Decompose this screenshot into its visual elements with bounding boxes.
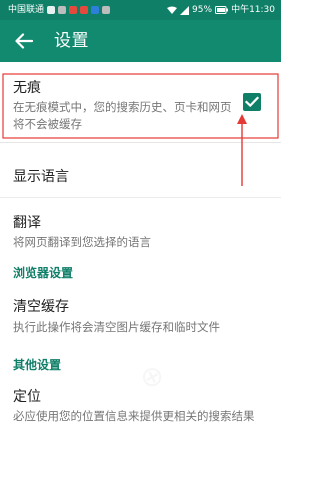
notification-icon — [58, 6, 67, 14]
signal-icon — [180, 5, 190, 15]
section-browser-settings-label: 浏览器设置 — [13, 266, 74, 280]
app-icon — [91, 6, 100, 14]
setting-translate-summary: 将网页翻译到您选择的语言 — [13, 235, 151, 249]
status-bar: 中国联通 95% 中午11:30 — [0, 0, 281, 20]
setting-incognito-summary: 在无痕模式中，您的搜索历史、页卡和网页将不会被缓存 — [13, 100, 232, 131]
section-other-settings: 其他设置 — [0, 354, 281, 378]
setting-incognito-title: 无痕 — [13, 80, 41, 96]
setting-clear-cache[interactable]: 清空缓存 执行此操作将会清空图片缓存和临时文件 — [0, 286, 281, 354]
section-browser-settings: 浏览器设置 — [0, 262, 281, 286]
setting-display-language-title: 显示语言 — [13, 169, 69, 185]
settings-list: 无痕 在无痕模式中，您的搜索历史、页卡和网页将不会被缓存 显示语言 翻译 将网页… — [0, 62, 281, 450]
setting-location[interactable]: 定位 必应使用您的位置信息来提供更相关的搜索结果 — [0, 378, 281, 450]
setting-translate[interactable]: 翻译 将网页翻译到您选择的语言 — [0, 198, 281, 262]
arrow-left-icon — [15, 33, 33, 49]
sim-icon — [47, 6, 56, 14]
usb-icon — [102, 6, 111, 14]
checkmark-icon — [245, 96, 259, 108]
battery-percent: 95% — [192, 5, 213, 15]
setting-incognito[interactable]: 无痕 在无痕模式中，您的搜索历史、页卡和网页将不会被缓存 — [0, 62, 281, 143]
page-title: 设置 — [54, 31, 89, 51]
app-notification-icon — [69, 6, 78, 14]
setting-location-title: 定位 — [13, 389, 41, 405]
setting-location-summary: 必应使用您的位置信息来提供更相关的搜索结果 — [13, 409, 255, 423]
back-button[interactable] — [12, 29, 36, 53]
setting-clear-cache-title: 清空缓存 — [13, 299, 69, 315]
clock: 中午11:30 — [231, 5, 275, 15]
incognito-checkbox[interactable] — [243, 93, 261, 111]
wifi-icon — [167, 6, 178, 14]
setting-translate-title: 翻译 — [13, 215, 41, 231]
section-other-settings-label: 其他设置 — [13, 358, 62, 372]
battery-icon — [215, 6, 229, 14]
message-icon — [80, 6, 89, 14]
app-bar: 设置 — [0, 20, 281, 62]
carrier-label: 中国联通 — [8, 5, 45, 15]
setting-clear-cache-summary: 执行此操作将会清空图片缓存和临时文件 — [13, 320, 220, 334]
setting-display-language[interactable]: 显示语言 — [0, 143, 281, 198]
